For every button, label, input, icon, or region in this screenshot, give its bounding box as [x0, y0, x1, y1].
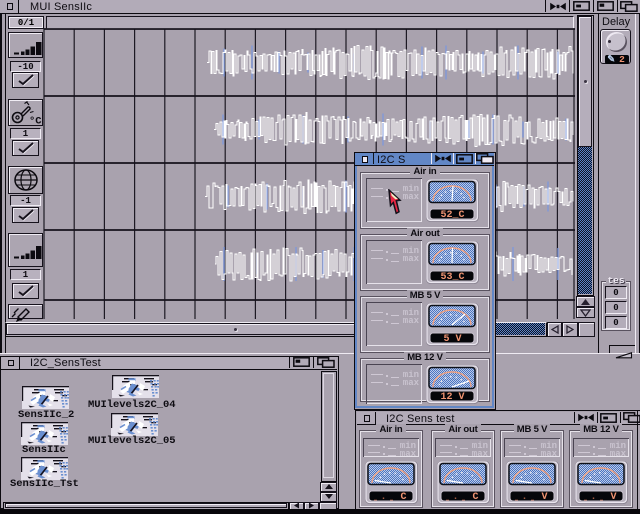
svg-text:ˍ . ˍ V: ˍ . ˍ V [513, 492, 551, 503]
svg-text:12 V: 12 V [440, 392, 464, 403]
svg-text:5 V: 5 V [443, 334, 461, 345]
svg-text:ˍ . ˍ V: ˍ . ˍ V [582, 492, 620, 503]
svg-text:ˍ . ˍ C: ˍ . ˍ C [444, 492, 482, 503]
svg-text:ˍ . ˍ C: ˍ . ˍ C [372, 492, 410, 503]
svg-text:53_C: 53_C [440, 272, 464, 283]
svg-text:52_C: 52_C [440, 210, 464, 221]
